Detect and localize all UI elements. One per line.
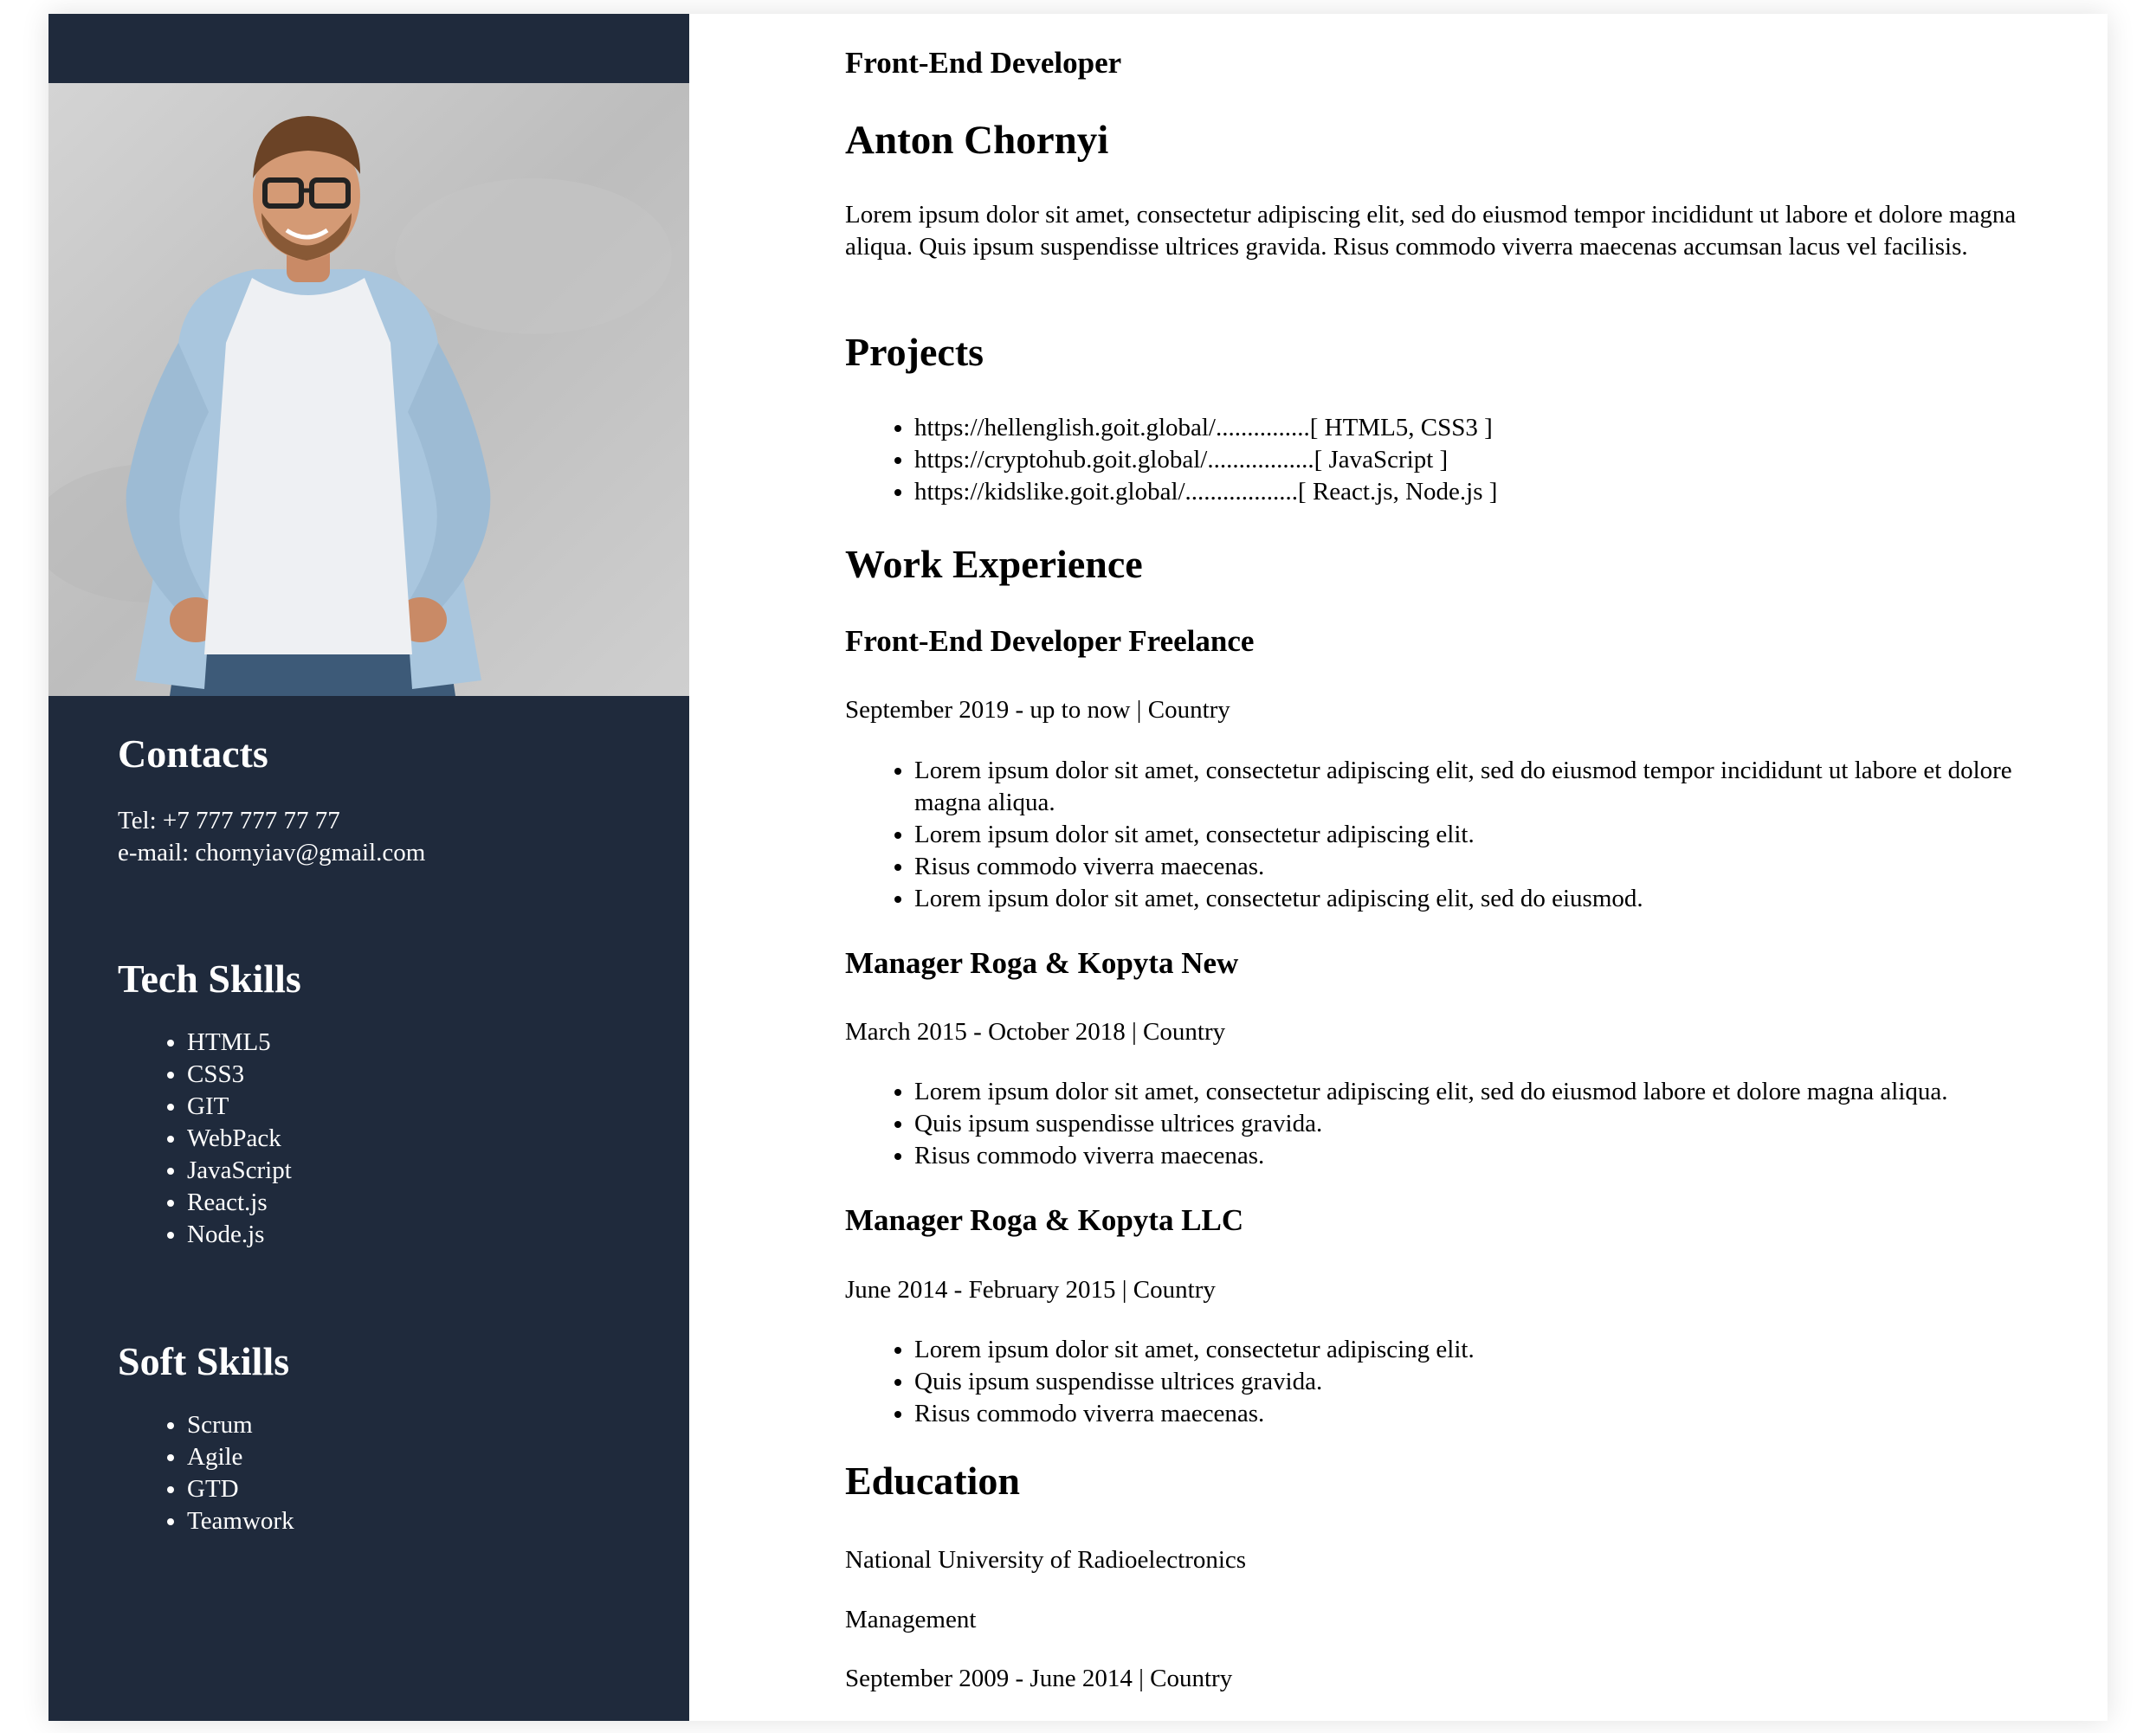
list-item: Risus commodo viverra maecenas. [914, 1140, 2083, 1172]
job-role: Front-End Developer [845, 46, 1122, 80]
education-specialty: Management [845, 1606, 977, 1633]
resume-page: Contacts Tel: +7 777 777 77 77 e-mail: c… [48, 14, 2108, 1721]
projects-list: https://hellenglish.goit.global/........… [845, 412, 2083, 508]
list-item: Lorem ipsum dolor sit amet, consectetur … [914, 819, 2083, 851]
list-item: GIT [187, 1091, 655, 1123]
list-item: WebPack [187, 1123, 655, 1155]
job-period: June 2014 - February 2015 | Country [845, 1276, 1216, 1304]
list-item: JavaScript [187, 1155, 655, 1187]
list-item: Scrum [187, 1409, 655, 1441]
profile-photo [48, 83, 689, 696]
list-item: CSS3 [187, 1059, 655, 1091]
list-item: Lorem ipsum dolor sit amet, consectetur … [914, 1076, 2083, 1108]
projects-heading: Projects [845, 330, 984, 374]
list-item: Lorem ipsum dolor sit amet, consectetur … [914, 755, 2083, 819]
list-item: HTML5 [187, 1027, 655, 1059]
list-item: Quis ipsum suspendisse ultrices gravida. [914, 1108, 2083, 1140]
person-name: Anton Chornyi [845, 118, 1109, 163]
list-item: Risus commodo viverra maecenas. [914, 851, 2083, 883]
job-title: Manager Roga & Kopyta New [845, 946, 1239, 980]
soft-skills-section: Soft Skills Scrum Agile GTD Teamwork [118, 1338, 655, 1537]
contacts-heading: Contacts [118, 731, 268, 776]
sidebar: Contacts Tel: +7 777 777 77 77 e-mail: c… [48, 14, 689, 1721]
education-university: National University of Radioelectronics [845, 1546, 1247, 1574]
list-item: Node.js [187, 1219, 655, 1251]
job-duties-list: Lorem ipsum dolor sit amet, consectetur … [845, 755, 2083, 915]
job-period: March 2015 - October 2018 | Country [845, 1018, 1226, 1046]
education-period: September 2009 - June 2014 | Country [845, 1665, 1233, 1692]
list-item: Quis ipsum suspendisse ultrices gravida. [914, 1366, 2083, 1398]
job-duties-list: Lorem ipsum dolor sit amet, consectetur … [845, 1076, 2083, 1172]
list-item: Risus commodo viverra maecenas. [914, 1398, 2083, 1430]
summary-text: Lorem ipsum dolor sit amet, consectetur … [845, 201, 2017, 261]
job-duties-list: Lorem ipsum dolor sit amet, consectetur … [845, 1334, 2083, 1430]
list-item: GTD [187, 1473, 655, 1505]
job-title: Front-End Developer Freelance [845, 624, 1255, 658]
job-period: September 2019 - up to now | Country [845, 696, 1230, 724]
education-heading: Education [845, 1459, 1020, 1503]
tech-skills-list: HTML5 CSS3 GIT WebPack JavaScript React.… [118, 1027, 655, 1251]
project-item: https://cryptohub.goit.global/..........… [914, 444, 2083, 476]
soft-skills-heading: Soft Skills [118, 1339, 290, 1383]
contacts-section: Contacts Tel: +7 777 777 77 77 e-mail: c… [118, 731, 655, 869]
list-item: React.js [187, 1187, 655, 1219]
list-item: Agile [187, 1441, 655, 1473]
project-item: https://hellenglish.goit.global/........… [914, 412, 2083, 444]
soft-skills-list: Scrum Agile GTD Teamwork [118, 1409, 655, 1537]
contact-phone: Tel: +7 777 777 77 77 [118, 807, 340, 834]
contact-email: e-mail: chornyiav@gmail.com [118, 839, 426, 866]
list-item: Lorem ipsum dolor sit amet, consectetur … [914, 883, 2083, 915]
project-item: https://kidslike.goit.global/...........… [914, 476, 2083, 508]
tech-skills-heading: Tech Skills [118, 957, 301, 1001]
work-experience-heading: Work Experience [845, 542, 1143, 586]
list-item: Teamwork [187, 1505, 655, 1537]
list-item: Lorem ipsum dolor sit amet, consectetur … [914, 1334, 2083, 1366]
tech-skills-section: Tech Skills HTML5 CSS3 GIT WebPack JavaS… [118, 956, 655, 1251]
job-title: Manager Roga & Kopyta LLC [845, 1203, 1244, 1237]
